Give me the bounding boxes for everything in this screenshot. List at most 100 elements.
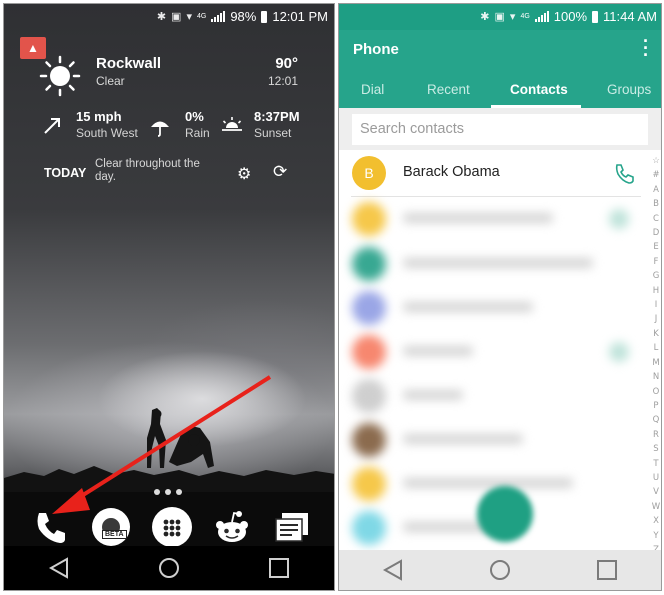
wind-speed: 15 mph — [76, 109, 122, 124]
contact-row[interactable]: B Barack Obama — [339, 150, 639, 196]
wifi-icon: ▾ — [186, 11, 192, 23]
sunset-label: Sunset — [254, 126, 292, 140]
alphabet-index-letter[interactable]: W — [649, 500, 661, 514]
alphabet-index-letter[interactable]: # — [649, 168, 661, 182]
gear-icon[interactable]: ⚙ — [237, 164, 251, 184]
status-bar: ✱ ▣ ▾ 4G 100% 11:44 AM — [339, 4, 661, 30]
search-bar: Search contacts — [339, 108, 661, 150]
status-time: 12:01 PM — [272, 9, 328, 24]
alphabet-index-letter[interactable]: J — [649, 312, 661, 326]
tab-contacts[interactable]: Contacts — [510, 82, 568, 97]
recents-button[interactable] — [259, 553, 299, 583]
alphabet-index-letter[interactable]: P — [649, 399, 661, 413]
blurred-contact-row — [339, 197, 639, 241]
alphabet-index-letter[interactable]: R — [649, 428, 661, 442]
wind-direction: South West — [76, 126, 138, 140]
alphabet-index-letter[interactable]: O — [649, 385, 661, 399]
weather-time: 12:01 — [267, 74, 298, 88]
refresh-icon[interactable]: ⟳ — [273, 162, 287, 182]
alphabet-index[interactable]: ☆#ABCDEFGHIJKLMNOPQRSTUVWXYZ — [649, 154, 661, 557]
wind-direction-icon — [44, 118, 60, 134]
app-drawer-icon[interactable] — [152, 507, 192, 547]
wind-stat: 15 mph South West — [76, 109, 138, 140]
alphabet-index-letter[interactable]: K — [649, 327, 661, 341]
back-button[interactable] — [39, 553, 79, 583]
alphabet-index-letter[interactable]: S — [649, 442, 661, 456]
blurred-contact-row — [339, 242, 639, 286]
home-screen: ✱ ▣ ▾ 4G 98% 12:01 PM ▲ Rockwall Clear 9… — [3, 3, 335, 591]
alphabet-index-letter[interactable]: M — [649, 356, 661, 370]
tab-dial[interactable]: Dial — [361, 82, 384, 97]
tab-recent[interactable]: Recent — [427, 82, 470, 97]
battery-percent: 98% — [230, 9, 257, 24]
signal-icon — [534, 11, 549, 22]
alphabet-index-letter[interactable]: G — [649, 269, 661, 283]
back-button[interactable] — [373, 555, 413, 585]
rain-stat: 0% Rain — [185, 109, 210, 140]
beta-badge: BETA — [102, 530, 127, 539]
alphabet-index-letter[interactable]: X — [649, 514, 661, 528]
home-button[interactable] — [480, 555, 520, 585]
battery-percent: 100% — [553, 9, 588, 24]
weather-condition: Clear — [96, 74, 125, 88]
more-options-icon[interactable]: · · · — [643, 32, 649, 64]
blurred-contact-row — [339, 374, 639, 418]
alphabet-index-letter[interactable]: F — [649, 255, 661, 269]
nav-bar — [4, 546, 334, 590]
phone-app: ✱ ▣ ▾ 4G 100% 11:44 AM Phone · · · Dial Re… — [338, 3, 662, 591]
bluetooth-icon: ✱ — [156, 11, 167, 23]
sunset-stat: 8:37PM Sunset — [254, 109, 300, 140]
nfc-icon: ▣ — [171, 11, 182, 23]
reddit-app-icon[interactable] — [212, 507, 252, 547]
alphabet-index-letter[interactable]: Y — [649, 529, 661, 543]
alphabet-index-letter[interactable]: Q — [649, 413, 661, 427]
network-type: 4G — [520, 13, 530, 20]
today-label: TODAY — [44, 166, 87, 180]
alphabet-index-letter[interactable]: V — [649, 485, 661, 499]
search-input[interactable]: Search contacts — [352, 114, 648, 145]
call-icon[interactable] — [613, 162, 635, 184]
app-bar: Phone · · · — [339, 30, 661, 70]
wifi-icon: ▾ — [509, 11, 516, 23]
page-indicator — [154, 489, 182, 495]
alphabet-index-letter[interactable]: T — [649, 457, 661, 471]
alphabet-index-letter[interactable]: C — [649, 212, 661, 226]
phone-app-icon[interactable] — [31, 507, 71, 547]
bluetooth-icon: ✱ — [480, 11, 490, 23]
chrome-beta-icon[interactable]: BETA — [92, 508, 130, 546]
blurred-contact-row — [339, 418, 639, 462]
battery-icon — [592, 10, 599, 23]
rain-chance: 0% — [185, 109, 204, 124]
app-title: Phone — [353, 41, 399, 58]
alphabet-index-letter[interactable]: B — [649, 197, 661, 211]
alphabet-index-letter[interactable]: I — [649, 298, 661, 312]
alphabet-index-letter[interactable]: L — [649, 341, 661, 355]
weather-temperature: 90° — [275, 55, 298, 72]
news-app-icon[interactable] — [272, 507, 312, 547]
alphabet-index-letter[interactable]: D — [649, 226, 661, 240]
alphabet-index-letter[interactable]: E — [649, 240, 661, 254]
today-forecast: Clear throughout the day. — [95, 158, 200, 183]
alphabet-index-letter[interactable]: A — [649, 183, 661, 197]
umbrella-icon — [151, 121, 169, 137]
sunset-time: 8:37PM — [254, 109, 300, 124]
alphabet-index-letter[interactable]: H — [649, 284, 661, 298]
contact-name: Barack Obama — [403, 164, 500, 180]
home-button[interactable] — [149, 553, 189, 583]
contact-avatar: B — [352, 156, 386, 190]
recents-button[interactable] — [587, 555, 627, 585]
battery-icon — [261, 10, 268, 23]
tab-groups[interactable]: Groups — [607, 82, 651, 97]
add-contact-fab[interactable] — [477, 486, 533, 542]
network-type: 4G — [196, 13, 207, 20]
sunny-icon — [39, 55, 81, 97]
tab-bar: Dial Recent Contacts Groups — [339, 70, 661, 108]
weather-city[interactable]: Rockwall — [96, 55, 161, 72]
alphabet-index-letter[interactable]: ☆ — [649, 154, 661, 168]
blurred-contact-row — [339, 330, 639, 374]
status-bar: ✱ ▣ ▾ 4G 98% 12:01 PM — [4, 4, 334, 30]
alphabet-index-letter[interactable]: U — [649, 471, 661, 485]
alphabet-index-letter[interactable]: N — [649, 370, 661, 384]
blurred-contact-row — [339, 286, 639, 330]
signal-icon — [211, 11, 226, 22]
